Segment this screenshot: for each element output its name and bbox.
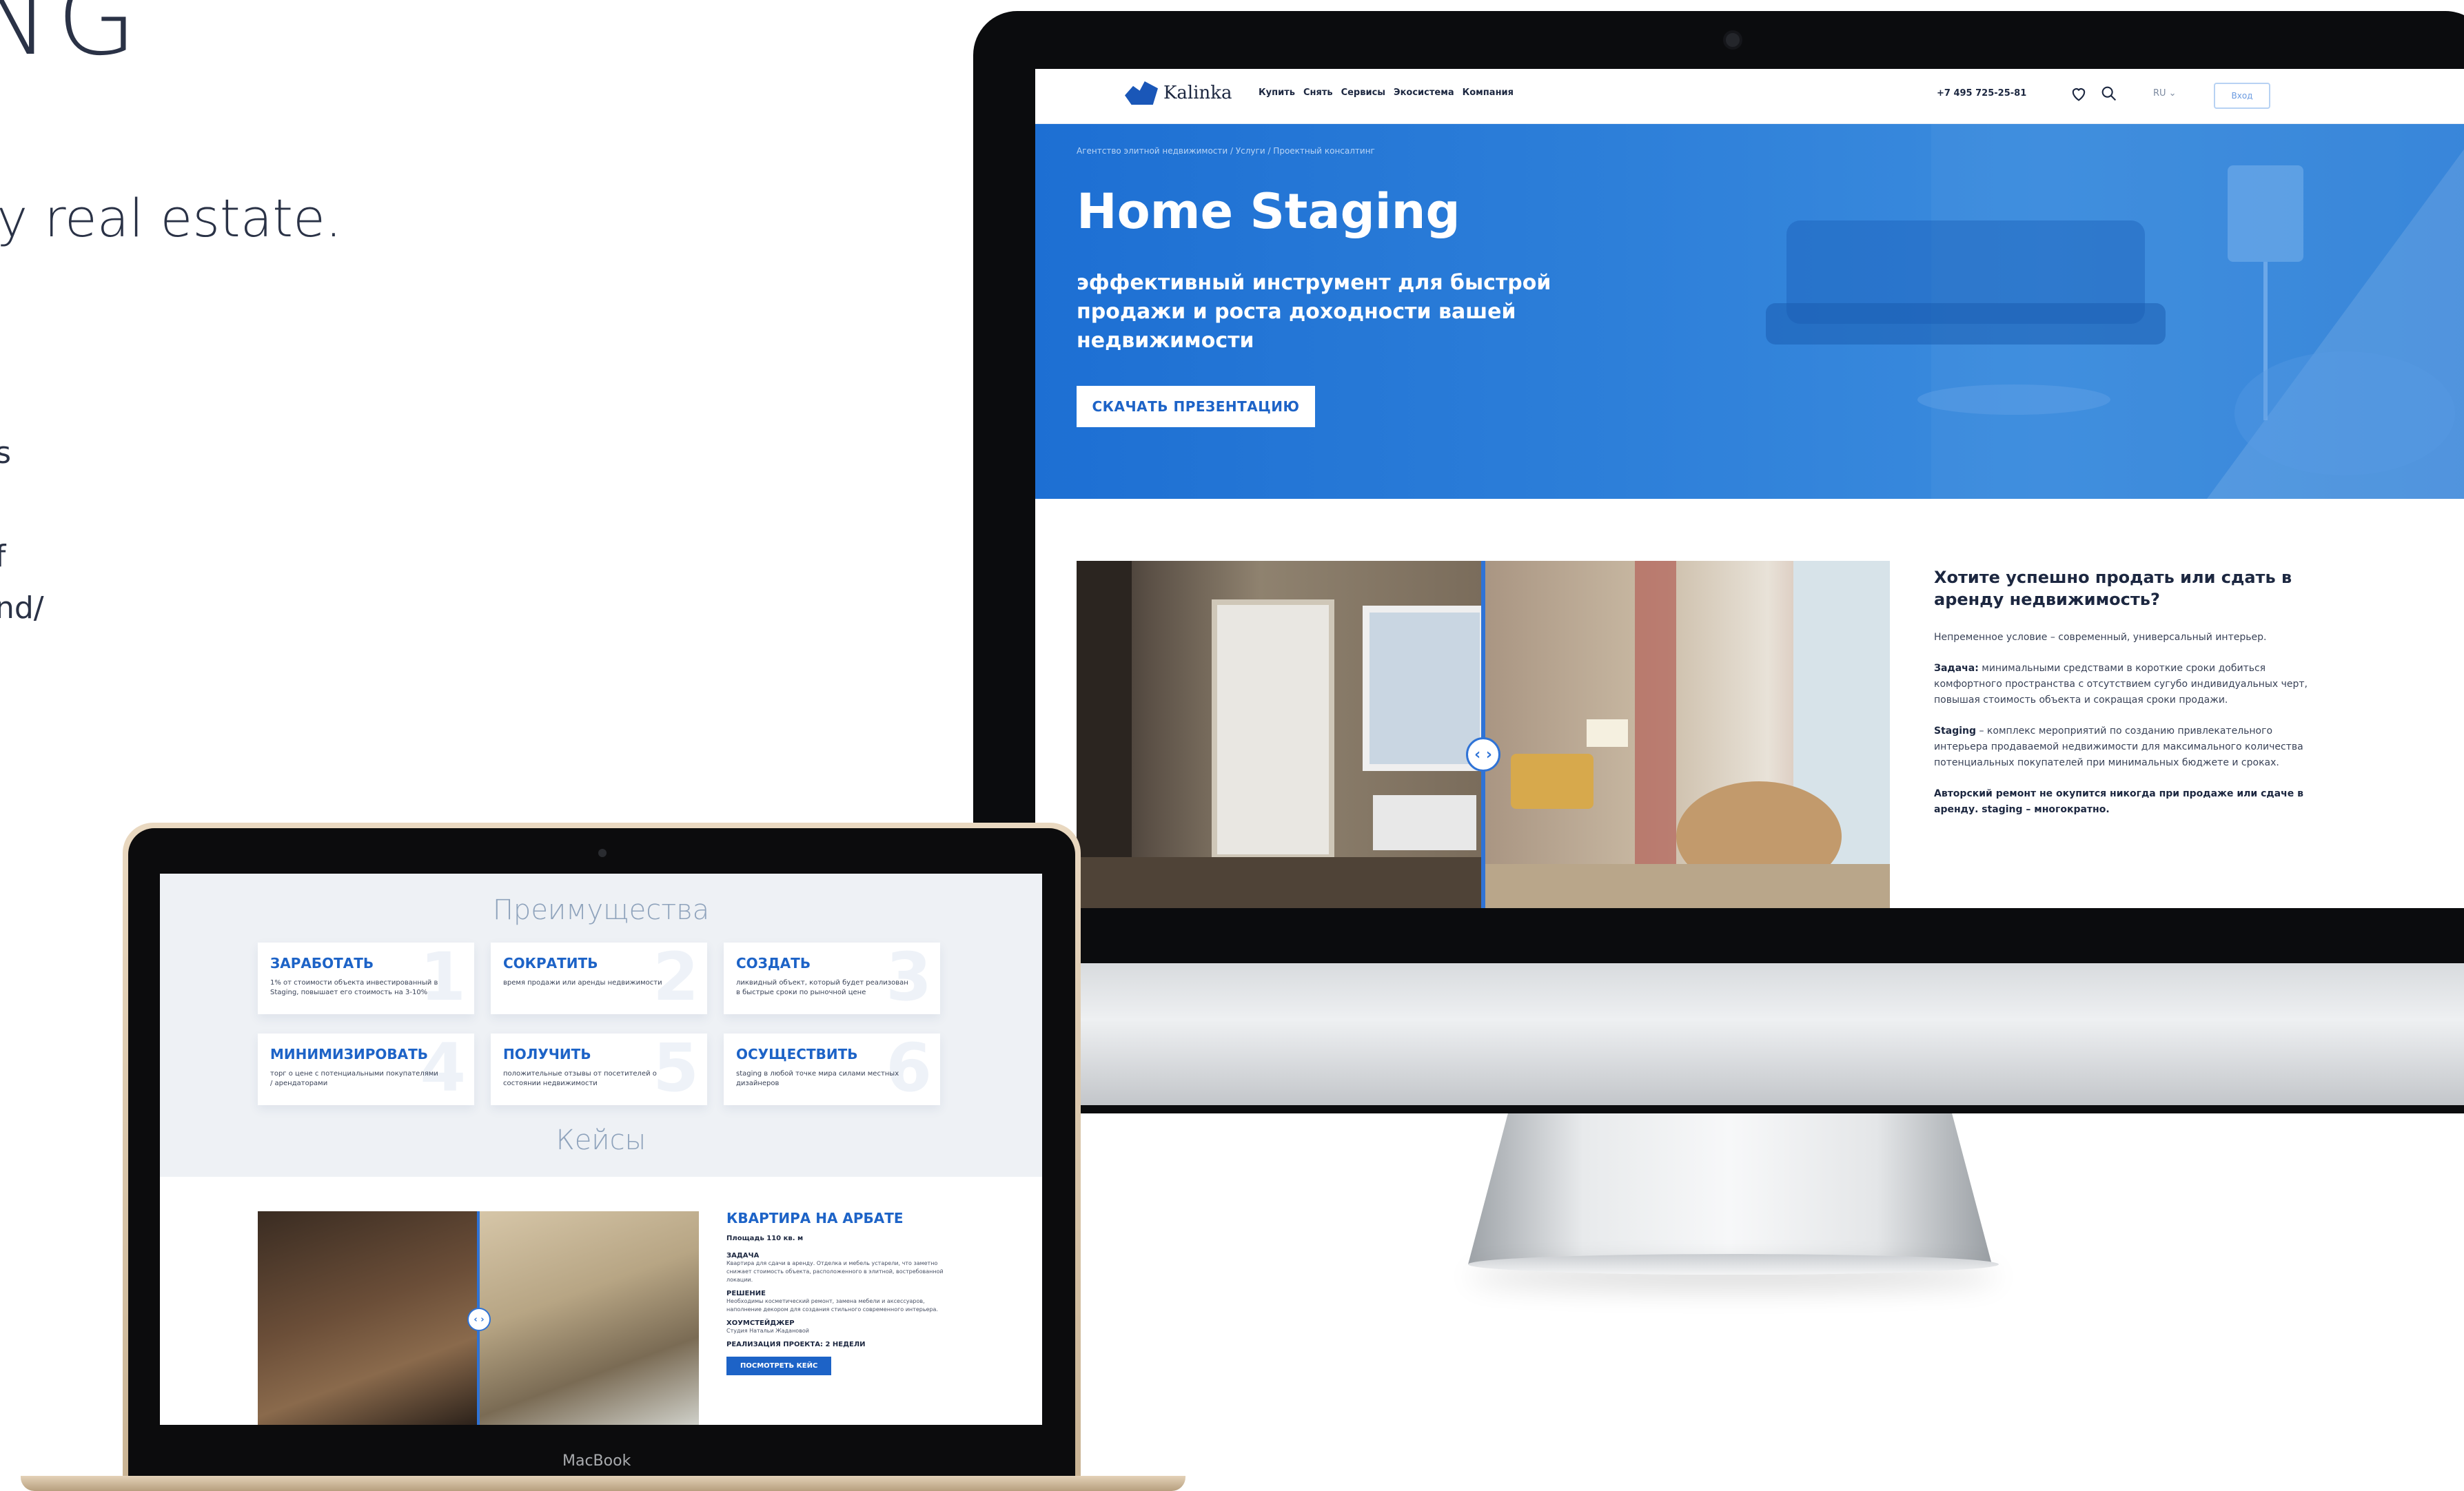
before-after-slider[interactable]: ‹ › — [1077, 561, 1890, 908]
macbook-camera — [598, 849, 607, 857]
advantage-card: 2 СОКРАТИТЬ время продажи или аренды нед… — [491, 943, 707, 1014]
advantage-card: 6 ОСУЩЕСТВИТЬ staging в любой точке мира… — [724, 1034, 940, 1105]
paragraph-line: es — [0, 435, 11, 471]
case-before-after-slider[interactable]: ‹ › — [258, 1211, 699, 1425]
case-title: КВАРТИРА НА АРБАТЕ — [726, 1210, 904, 1226]
cases-title: Кейсы — [556, 1124, 646, 1156]
slider-handle[interactable]: ‹ › — [1466, 737, 1500, 772]
macbook-label: MacBook — [562, 1452, 631, 1470]
slider-divider[interactable] — [1481, 561, 1485, 908]
nav-item-buy[interactable]: Купить — [1259, 88, 1295, 98]
logo-text: Kalinka — [1163, 83, 1232, 103]
after-room-drawing — [1483, 561, 1890, 908]
case-area: Площадь 110 кв. м — [726, 1235, 804, 1242]
macbook-base — [21, 1476, 1185, 1491]
advantages-title: Преимущества — [492, 894, 710, 926]
info-condition: Непременное условие – современный, униве… — [1934, 632, 2267, 643]
advantage-card: 1 ЗАРАБОТАТЬ 1% от стоимости объекта инв… — [258, 943, 474, 1014]
presentation-tagline: ry real estate. — [0, 187, 342, 249]
task-text: минимальными средствами в короткие сроки… — [1934, 663, 2308, 706]
advantage-desc: 1% от стоимости объекта инвестированный … — [270, 979, 438, 996]
presentation-paragraph: es e of and/ — [0, 427, 44, 634]
breadcrumb[interactable]: Агентство элитной недвижимости / Услуги … — [1077, 146, 1375, 156]
paragraph-line: e — [0, 479, 44, 531]
advantages-grid: 1 ЗАРАБОТАТЬ 1% от стоимости объекта инв… — [258, 943, 946, 1105]
before-room-drawing — [1077, 561, 1487, 908]
advantage-title: ОСУЩЕСТВИТЬ — [736, 1046, 858, 1062]
after-photo — [1483, 561, 1890, 908]
case-info: КВАРТИРА НА АРБАТЕ Площадь 110 кв. м ЗАД… — [726, 1210, 954, 1375]
staging-text: – комплекс мероприятий по созданию привл… — [1934, 726, 2303, 768]
advantage-card: 4 МИНИМИЗИРОВАТЬ торг о цене с потенциал… — [258, 1034, 474, 1105]
case-solution-label: РЕШЕНИЕ — [726, 1290, 766, 1297]
advantage-card: 3 СОЗДАТЬ ликвидный объект, который буде… — [724, 943, 940, 1014]
site-header: Kalinka Купить Снять Сервисы Экосистема … — [1035, 69, 2464, 124]
view-case-button[interactable]: ПОСМОТРЕТЬ КЕЙС — [726, 1357, 832, 1375]
header-phone[interactable]: +7 495 725-25-81 — [1937, 88, 2026, 99]
hero-banner: Агентство элитной недвижимости / Услуги … — [1035, 124, 2464, 499]
login-button[interactable]: Вход — [2214, 83, 2270, 109]
imac-stand — [1468, 1106, 1992, 1264]
advantage-title: ЗАРАБОТАТЬ — [270, 955, 374, 971]
nav-item-ecosystem[interactable]: Экосистема — [1394, 88, 1454, 98]
staging-label: Staging — [1934, 726, 1977, 737]
download-presentation-button[interactable]: СКАЧАТЬ ПРЕЗЕНТАЦИЮ — [1077, 386, 1315, 427]
advantage-desc: staging в любой точке мира силами местны… — [736, 1070, 899, 1087]
case-stager-text: Студия Натальи Жадановой — [726, 1328, 810, 1334]
advantage-title: МИНИМИЗИРОВАТЬ — [270, 1046, 428, 1062]
main-nav: Купить Снять Сервисы Экосистема Компания — [1259, 88, 1514, 98]
search-icon[interactable] — [2099, 84, 2119, 103]
case-task-label: ЗАДАЧА — [726, 1252, 760, 1259]
hero-title: Home Staging — [1077, 183, 1460, 240]
info-block: Хотите успешно продать или сдать в аренд… — [1934, 566, 2320, 833]
imac-camera — [1723, 30, 1742, 50]
info-staging: Staging – комплекс мероприятий по создан… — [1934, 723, 2320, 771]
advantage-desc: время продажи или аренды недвижимости — [503, 979, 662, 987]
imac-foot — [1468, 1254, 1999, 1275]
nav-item-rent[interactable]: Снять — [1303, 88, 1333, 98]
case-solution-text: Необходимы косметический ремонт, замена … — [726, 1298, 938, 1313]
advantage-desc: положительные отзывы от посетителей о со… — [503, 1070, 657, 1087]
hero-subtitle: эффективный инструмент для быстрой прода… — [1077, 271, 1551, 353]
macbook-screen: Преимущества 1 ЗАРАБОТАТЬ 1% от стоимост… — [160, 874, 1042, 1425]
language-select[interactable]: RU ⌄ — [2153, 88, 2177, 99]
advantage-desc: ликвидный объект, который будет реализов… — [736, 979, 908, 996]
advantage-title: ПОЛУЧИТЬ — [503, 1046, 591, 1062]
info-conclusion: Авторский ремонт не окупится никогда при… — [1934, 786, 2320, 818]
paragraph-line: of — [0, 539, 6, 574]
site-logo[interactable]: Kalinka — [1125, 81, 1232, 105]
info-heading: Хотите успешно продать или сдать в аренд… — [1934, 568, 2292, 609]
case-before-photo — [258, 1211, 478, 1425]
horse-logo-icon — [1125, 81, 1158, 105]
nav-item-company[interactable]: Компания — [1463, 88, 1514, 98]
case-stager-label: ХОУМСТЕЙДЖЕР — [726, 1319, 795, 1327]
before-photo — [1077, 561, 1487, 908]
task-label: Задача: — [1934, 663, 1979, 674]
info-task: Задача: минимальными средствами в коротк… — [1934, 661, 2320, 708]
case-duration: РЕАЛИЗАЦИЯ ПРОЕКТА: 2 НЕДЕЛИ — [726, 1341, 866, 1348]
case-task-text: Квартира для сдачи в аренду. Отделка и м… — [726, 1260, 944, 1283]
presentation-text: NG ry real estate. es e of and/ — [0, 0, 930, 758]
paragraph-line: and/ — [0, 590, 44, 626]
nav-item-services[interactable]: Сервисы — [1341, 88, 1385, 98]
advantage-card: 5 ПОЛУЧИТЬ положительные отзывы от посет… — [491, 1034, 707, 1105]
case-after-photo — [478, 1211, 699, 1425]
imac-screen: Kalinka Купить Снять Сервисы Экосистема … — [1035, 69, 2464, 908]
conclusion-text: Авторский ремонт не окупится никогда при… — [1934, 788, 2303, 815]
case-slider-handle[interactable]: ‹ › — [467, 1308, 491, 1331]
heart-icon[interactable] — [2069, 84, 2088, 103]
presentation-heading: NG — [0, 0, 144, 79]
advantage-title: СОКРАТИТЬ — [503, 955, 598, 971]
advantage-title: СОЗДАТЬ — [736, 955, 811, 971]
imac-chin — [973, 963, 2464, 1105]
advantage-desc: торг о цене с потенциальными покупателям… — [270, 1070, 438, 1087]
header-icons — [2069, 84, 2119, 103]
